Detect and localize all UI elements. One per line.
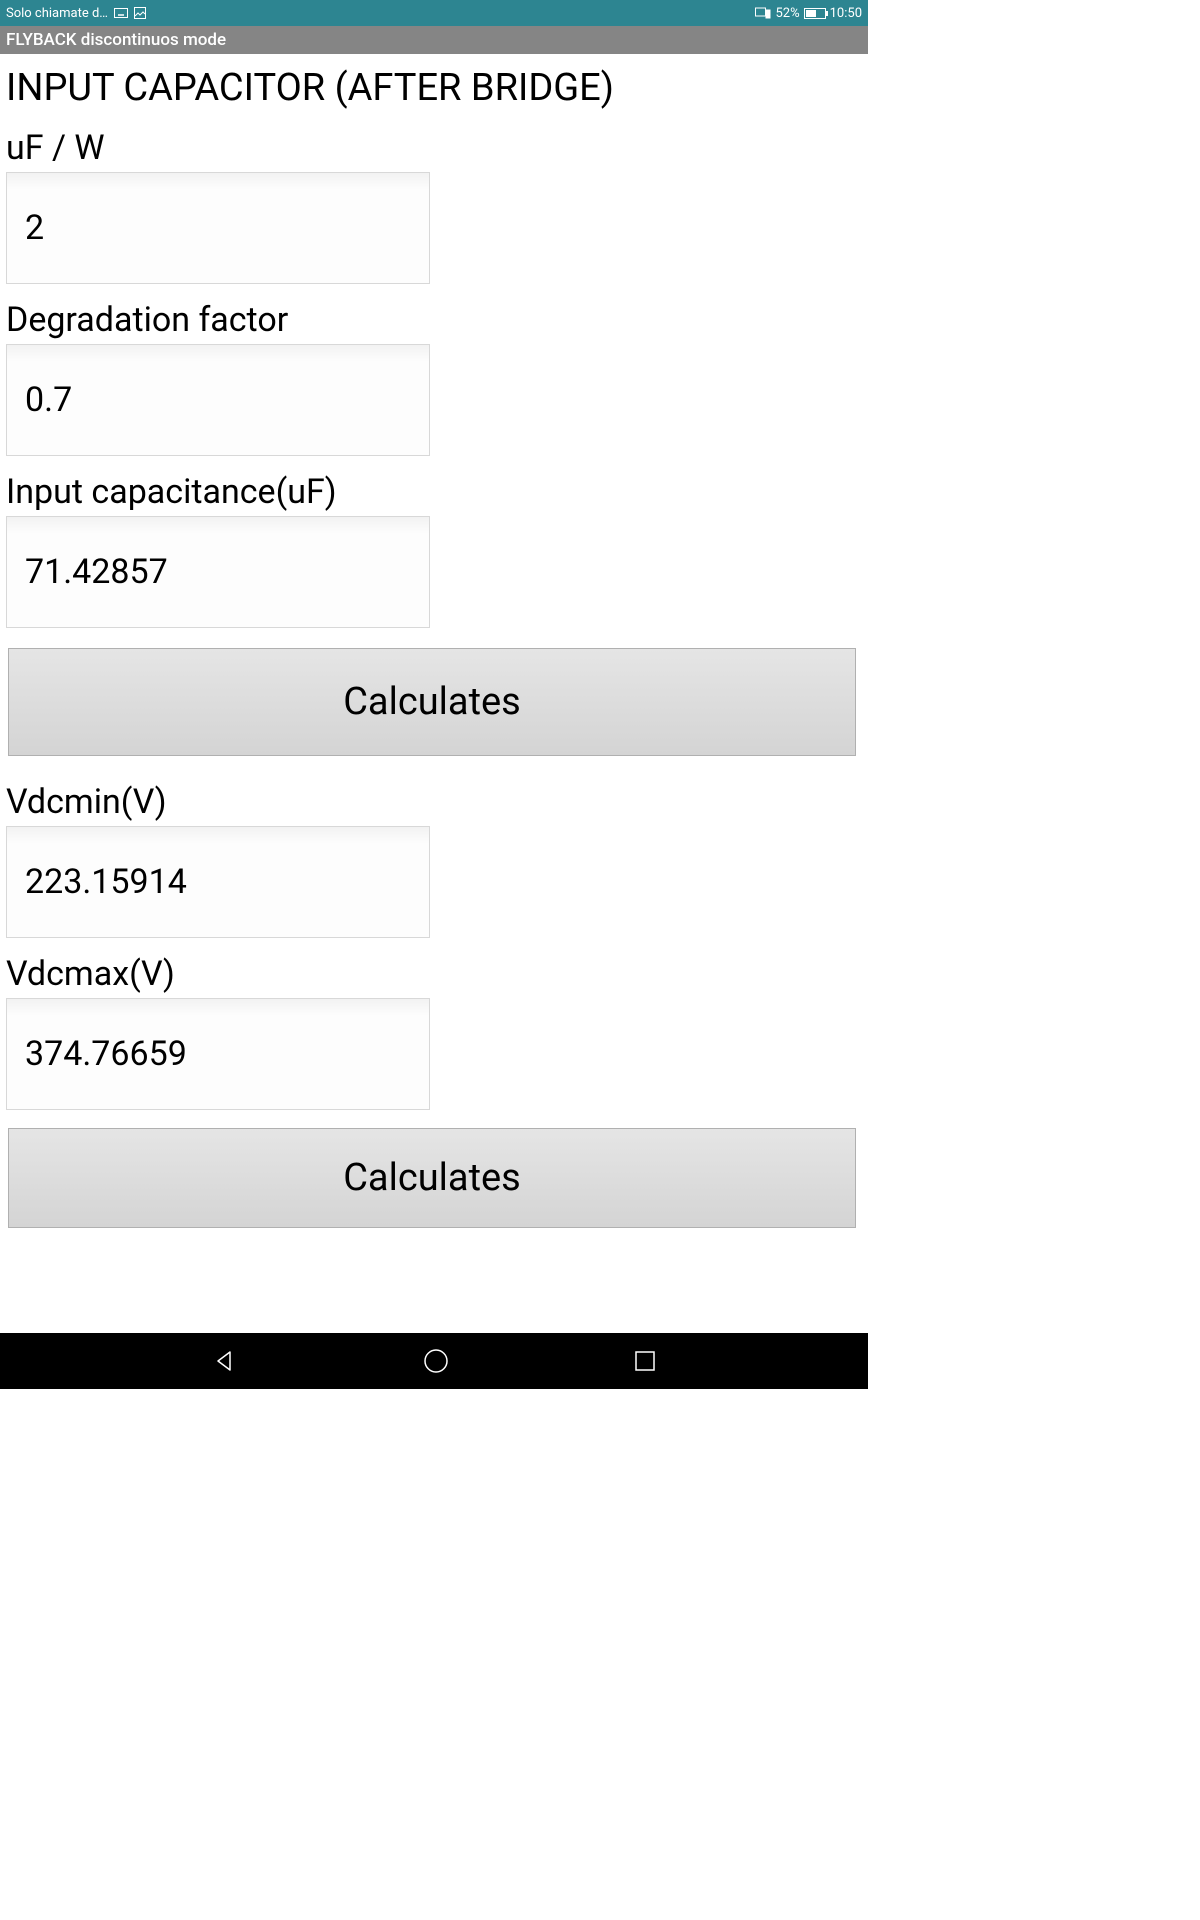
status-bar-left: Solo chiamate d… <box>6 6 146 21</box>
vdcmax-label: Vdcmax(V) <box>6 954 862 994</box>
uf-per-w-input[interactable] <box>6 172 430 284</box>
app-header: FLYBACK discontinuos mode <box>0 26 868 54</box>
uf-per-w-label: uF / W <box>6 128 862 168</box>
devices-icon <box>755 7 771 19</box>
calculate-button-1[interactable]: Calculates <box>8 648 856 756</box>
app-header-title: FLYBACK discontinuos mode <box>6 30 226 50</box>
input-capacitance-input[interactable] <box>6 516 430 628</box>
status-bar: Solo chiamate d… 52% <box>0 0 868 26</box>
status-network-text: Solo chiamate d… <box>6 6 108 21</box>
battery-percent-text: 52% <box>775 6 799 21</box>
navigation-bar <box>0 1333 868 1389</box>
calculate-button-2[interactable]: Calculates <box>8 1128 856 1228</box>
degradation-label: Degradation factor <box>6 300 862 340</box>
recent-apps-icon[interactable] <box>634 1350 656 1372</box>
status-time: 10:50 <box>830 6 862 21</box>
keyboard-icon <box>114 8 128 18</box>
degradation-input[interactable] <box>6 344 430 456</box>
vdcmax-input[interactable] <box>6 998 430 1110</box>
vdcmin-input[interactable] <box>6 826 430 938</box>
vdcmin-label: Vdcmin(V) <box>6 782 862 822</box>
content-area: INPUT CAPACITOR (AFTER BRIDGE) uF / W De… <box>0 54 868 1333</box>
back-icon[interactable] <box>212 1348 238 1374</box>
home-icon[interactable] <box>422 1347 450 1375</box>
status-bar-right: 52% 10:50 <box>755 6 862 21</box>
battery-icon <box>804 8 826 19</box>
image-icon <box>134 7 146 19</box>
page-title: INPUT CAPACITOR (AFTER BRIDGE) <box>6 66 862 110</box>
input-capacitance-label: Input capacitance(uF) <box>6 472 862 512</box>
